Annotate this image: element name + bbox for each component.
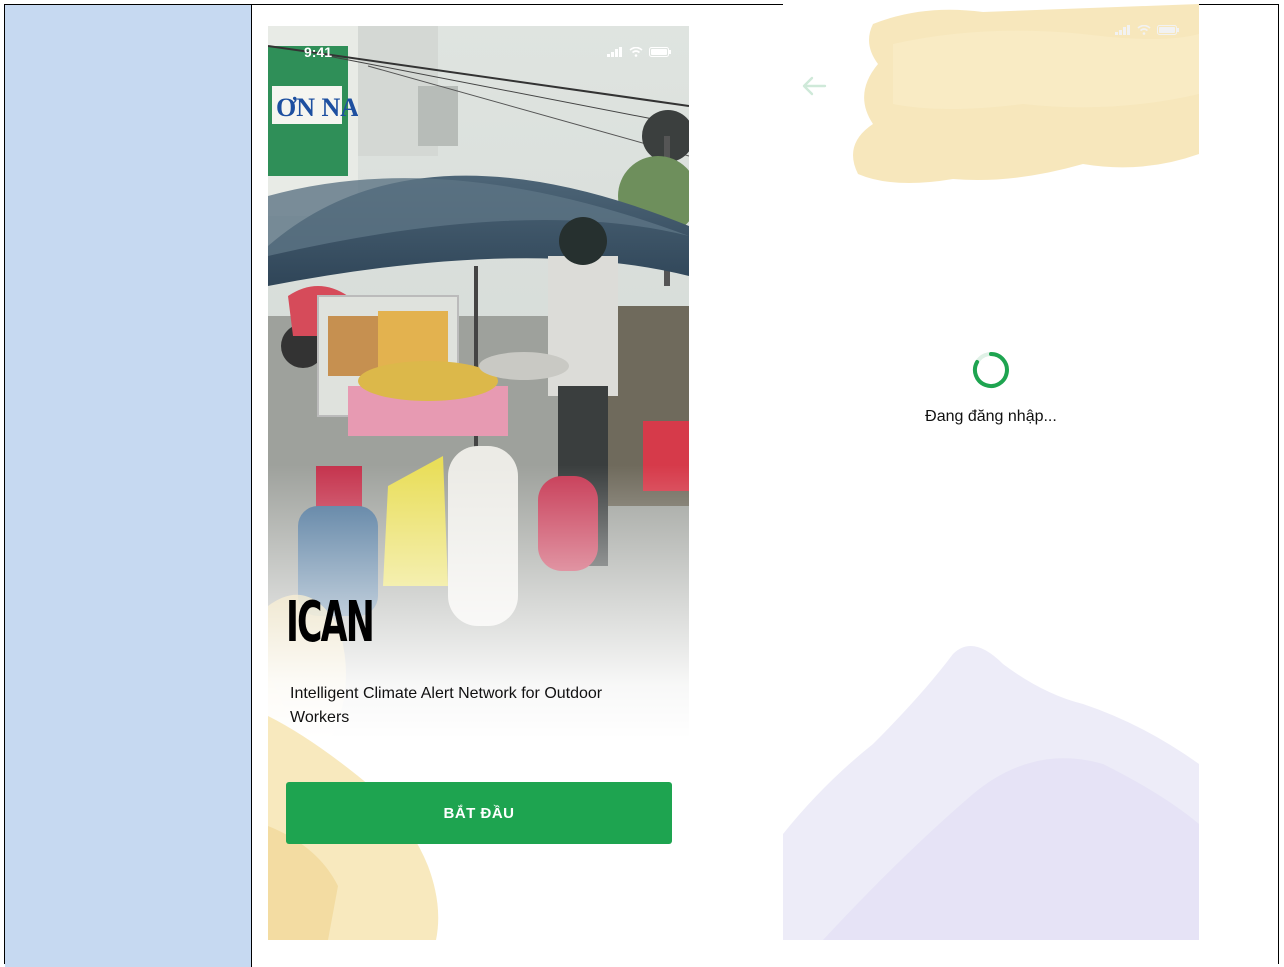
welcome-screen: ƠN NAM: [268, 26, 689, 940]
login-loading-screen: Đang đăng nhập...: [783, 4, 1199, 940]
wifi-icon: [629, 44, 643, 62]
loading-status-text: Đang đăng nhập...: [925, 408, 1057, 425]
app-name-title: ICAN: [286, 590, 375, 655]
wifi-icon: [1137, 22, 1151, 40]
signal-icon: [1115, 22, 1131, 40]
app-tagline: Intelligent Climate Alert Network for Ou…: [290, 685, 603, 726]
battery-icon: [649, 44, 671, 62]
spinner-icon: [971, 350, 1011, 390]
battery-icon: [1157, 22, 1179, 40]
arrow-left-icon[interactable]: [799, 74, 829, 98]
status-bar-icons: [1115, 22, 1179, 40]
table-divider: [251, 4, 252, 967]
signal-icon: [607, 44, 623, 62]
start-button[interactable]: BẮT ĐẦU: [286, 782, 672, 844]
status-bar-time: 9:41: [304, 44, 333, 60]
status-bar-icons: [607, 44, 671, 62]
brush-decorations: [783, 4, 1199, 940]
table-left-cell: [5, 5, 251, 967]
